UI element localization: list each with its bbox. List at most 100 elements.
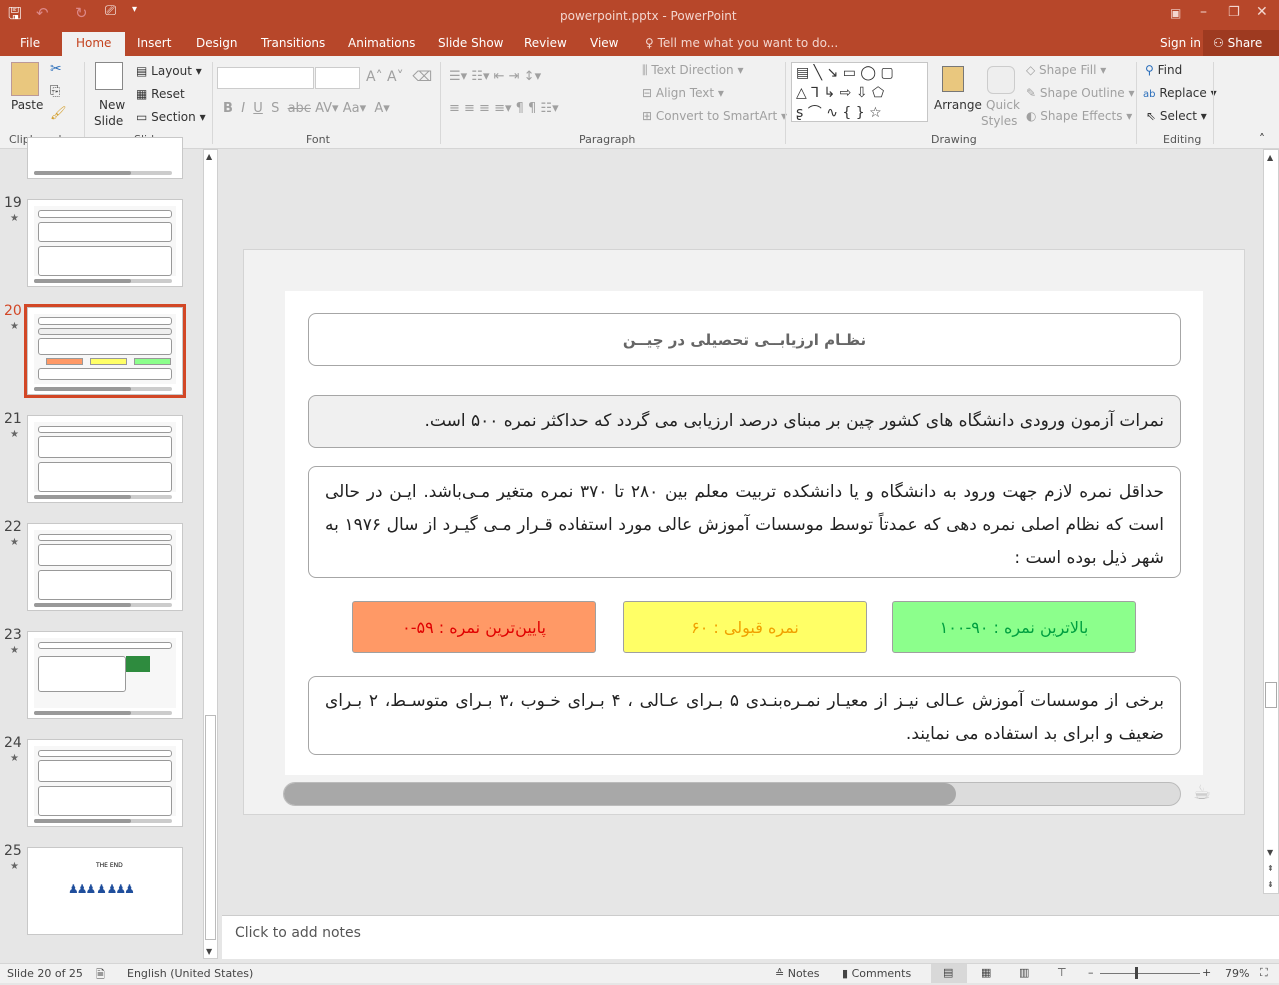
slide-thumbnail-25[interactable]: THE END ♟♟♟ ♟ ♟♟♟ [27,847,183,935]
quick-styles-label[interactable]: Styles [981,114,1017,128]
new-slide-button[interactable]: New [99,98,125,112]
scroll-up-icon[interactable]: ▲ [206,152,212,161]
shape-effects-button[interactable]: ◐ Shape Effects ▾ [1026,109,1132,123]
shape-outline-button[interactable]: ✎ Shape Outline ▾ [1026,86,1135,100]
text-direction-button[interactable]: ⫼ Text Direction ▾ [642,63,743,78]
tell-me-search[interactable]: ♀ Tell me what you want to do... [645,36,838,50]
tab-insert[interactable]: Insert [137,36,171,50]
font-size-input[interactable] [315,67,360,89]
zoom-in-icon[interactable]: + [1202,966,1211,979]
grade-box-highest[interactable]: بالاترین نمره : ۹۰-۱۰۰ [892,601,1136,653]
section-button[interactable]: ▭ Section ▾ [136,110,206,124]
previous-slide-icon[interactable]: ⇞ [1267,864,1274,873]
slide-thumbnail-19[interactable] [27,199,183,287]
notes-button[interactable]: ≙ Notes [775,967,820,980]
slide-thumbnail-23[interactable] [27,631,183,719]
divider [1213,62,1214,144]
scroll-up-icon[interactable]: ▲ [1267,153,1273,162]
tab-file[interactable]: File [20,36,40,50]
layout-button[interactable]: ▤ Layout ▾ [136,64,202,78]
slide-show-icon[interactable]: ⊤ [1057,966,1067,979]
quick-styles-button[interactable]: Quick [986,98,1020,112]
slide-thumbnail-21[interactable] [27,415,183,503]
paste-button[interactable]: Paste [11,98,43,112]
tab-slide-show[interactable]: Slide Show [438,36,503,50]
new-slide-icon[interactable] [95,62,123,90]
font-size-icons[interactable]: A˄ A˅ ⌫ [366,69,432,85]
undo-icon[interactable]: ↶ [36,4,49,22]
paste-icon[interactable] [11,62,39,96]
tab-design[interactable]: Design [196,36,237,50]
fit-to-window-icon[interactable]: ⛶ [1260,966,1268,980]
reset-button[interactable]: ▦ Reset [136,87,185,101]
slide-thumbnail-20[interactable] [27,307,183,395]
tab-view[interactable]: View [590,36,618,50]
cut-icon[interactable]: ✂ [50,61,62,77]
spell-check-icon[interactable]: 🗎 [96,966,105,985]
star-icon: ★ [10,753,19,764]
grade-box-pass[interactable]: نمره قبولی : ۶۰ [623,601,867,653]
format-painter-icon[interactable]: 🖌 [50,106,67,121]
list-icons[interactable]: ☰▾ ☷▾ ⇤ ⇥ ↕▾ [449,69,541,84]
redo-icon[interactable]: ↻ [75,4,88,22]
notes-pane[interactable]: Click to add notes [222,915,1279,959]
tab-animations[interactable]: Animations [348,36,415,50]
find-button[interactable]: ⚲ Find [1145,63,1182,77]
save-icon[interactable]: 🖫 [8,3,22,30]
close-icon[interactable]: ✕ [1256,4,1268,20]
tab-transitions[interactable]: Transitions [261,36,325,50]
slide-title[interactable]: نظـام ارزیابــی تحصیلی در چیــن [308,313,1181,366]
zoom-slider-thumb[interactable] [1135,967,1138,979]
title-bar: 🖫 ↶ ↻ ⎚ ▾ powerpoint.pptx - PowerPoint ▣… [0,0,1279,30]
zoom-level[interactable]: 79% [1225,967,1249,980]
tab-home[interactable]: Home [62,32,126,56]
sign-in-link[interactable]: Sign in [1160,36,1201,50]
replace-button[interactable]: ab Replace ▾ [1143,86,1217,100]
shapes-gallery[interactable]: ▤ ╲ ↘ ▭ ◯ ▢ △ ⅂ ↳ ⇨ ⇩ ⬠ ʂ ⌒ ∿ { } ☆ [791,62,928,122]
scroll-down-icon[interactable]: ▼ [1267,848,1273,857]
divider [84,62,85,144]
tab-review[interactable]: Review [524,36,567,50]
zoom-slider[interactable] [1100,973,1200,974]
convert-smartart-button[interactable]: ⊞ Convert to SmartArt ▾ [642,109,787,123]
shape-fill-button[interactable]: ◇ Shape Fill ▾ [1026,63,1106,77]
copy-icon[interactable]: ⎘ [50,84,60,99]
paragraph-entrance-exam[interactable]: نمرات آزمون ورودی دانشگاه های کشور چین ب… [308,395,1181,448]
paragraph-min-score[interactable]: حداقل نمره لازم جهت ورود به دانشگاه و یا… [308,466,1181,578]
slide-scrollbar[interactable]: ▲ ▼ ⇞ ⇟ [1263,149,1279,894]
slide-thumbnail-22[interactable] [27,523,183,611]
slide-thumbnail-24[interactable] [27,739,183,827]
slide-sorter-icon[interactable]: ▦ [981,966,991,979]
arrange-button[interactable]: Arrange [934,98,982,112]
scroll-thumb[interactable] [1265,682,1277,708]
next-slide-icon[interactable]: ⇟ [1267,880,1274,889]
align-icons[interactable]: ≡ ≡ ≡ ≡▾ ¶ ¶ ☷▾ [449,101,559,116]
start-from-beginning-icon[interactable]: ⎚ [105,3,116,19]
slide-number: 25 [4,843,22,859]
new-slide-label[interactable]: Slide [94,114,123,128]
restore-icon[interactable]: ❐ [1228,5,1240,20]
collapse-ribbon-icon[interactable]: ˄ [1259,132,1265,146]
zoom-out-icon[interactable]: – [1088,966,1094,979]
language-indicator[interactable]: English (United States) [127,967,253,980]
slide-thumbnail-18[interactable] [27,137,183,179]
font-format-icons[interactable]: B I U S abc AV▾ Aa▾ A▾ [223,101,390,116]
paragraph-grading-scale[interactable]: برخی از موسسات آموزش عـالی نیـز از معیـا… [308,676,1181,755]
normal-view-icon[interactable]: ▤ [931,964,967,983]
ribbon-display-icon[interactable]: ▣ [1170,6,1181,20]
customize-icon[interactable]: ▾ [132,4,137,15]
slide-number: 22 [4,519,22,535]
font-name-input[interactable] [217,67,314,89]
grade-box-lowest[interactable]: پایین‌ترین نمره : ۵۹-۰ [352,601,596,653]
reading-view-icon[interactable]: ▥ [1019,966,1029,979]
slide-thumbnail-panel: 19 ★ 20 ★ 21 ★ 22 ★ 23 ★ 24 ★ 25 ★ THE END ♟♟♟ ♟… [0,137,203,963]
share-button[interactable]: ⚇ Share [1203,30,1279,56]
scroll-thumb[interactable] [205,715,216,940]
thumbnail-scrollbar[interactable]: ▲ ▼ [203,149,218,959]
comments-button[interactable]: ▮ Comments [842,967,911,980]
scroll-down-icon[interactable]: ▼ [206,947,212,956]
select-button[interactable]: ⇖ Select ▾ [1146,109,1207,123]
star-icon: ★ [10,321,19,332]
minimize-icon[interactable]: – [1200,4,1207,20]
align-text-button[interactable]: ⊟ Align Text ▾ [642,86,724,100]
